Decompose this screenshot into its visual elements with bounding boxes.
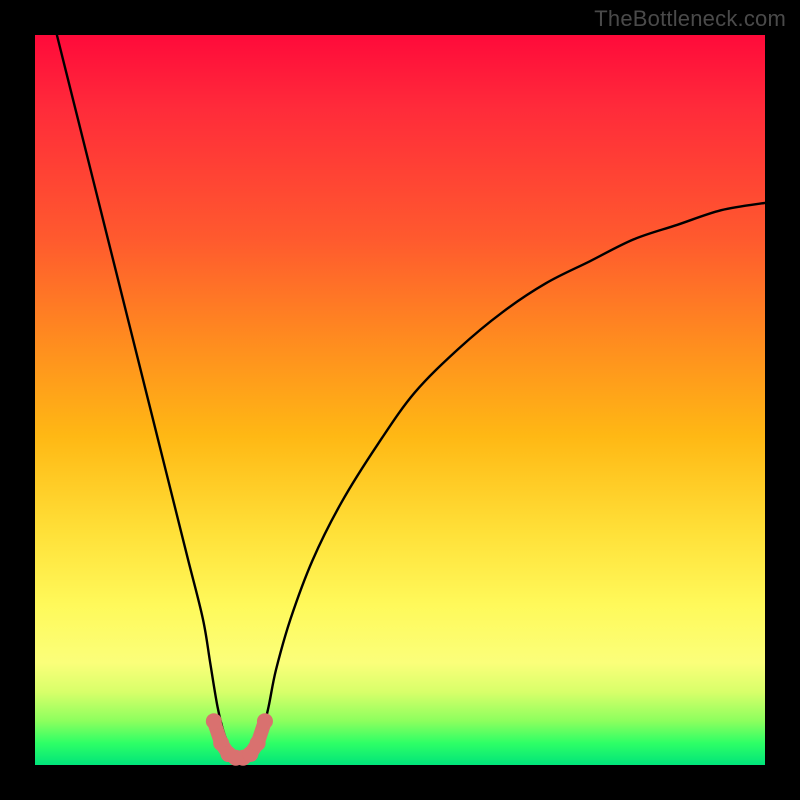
trough-markers bbox=[206, 713, 273, 766]
trough-marker bbox=[250, 735, 266, 751]
plot-area bbox=[35, 35, 765, 765]
trough-marker bbox=[206, 713, 222, 729]
chart-frame: TheBottleneck.com bbox=[0, 0, 800, 800]
bottleneck-curve bbox=[57, 35, 765, 759]
watermark-text: TheBottleneck.com bbox=[594, 6, 786, 32]
trough-marker bbox=[257, 713, 273, 729]
curve-layer bbox=[35, 35, 765, 765]
